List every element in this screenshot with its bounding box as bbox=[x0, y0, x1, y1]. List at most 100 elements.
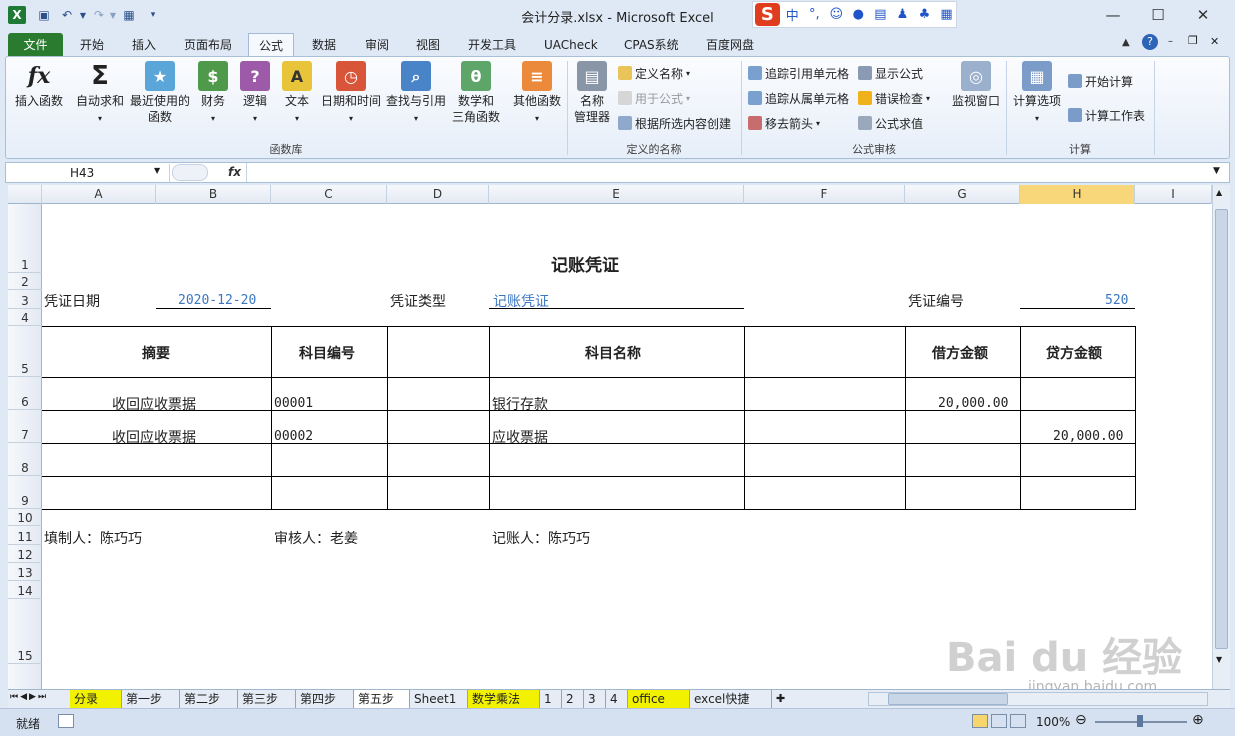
row-header[interactable]: 14 bbox=[8, 581, 42, 599]
tab-review[interactable]: 审阅 bbox=[355, 33, 399, 56]
close-button[interactable]: ✕ bbox=[1188, 4, 1218, 26]
logical-button[interactable]: ? 逻辑 ▾ bbox=[238, 61, 272, 127]
scroll-thumb[interactable] bbox=[1215, 209, 1228, 649]
restore-window-icon[interactable]: – bbox=[1168, 36, 1173, 47]
col-header-b[interactable]: B bbox=[156, 185, 271, 204]
sheet-tab[interactable]: Sheet1 bbox=[410, 690, 468, 708]
name-manager-button[interactable]: ▤ 名称 管理器 bbox=[572, 61, 612, 125]
row-header[interactable]: 7 bbox=[8, 410, 42, 443]
sheet-tab[interactable]: 4 bbox=[606, 690, 628, 708]
row-header[interactable]: 4 bbox=[8, 309, 42, 326]
row-header[interactable]: 3 bbox=[8, 290, 42, 309]
define-name-button[interactable]: 定义名称 ▾ bbox=[618, 63, 690, 83]
error-checking-button[interactable]: 错误检查 ▾ bbox=[858, 88, 930, 108]
remove-arrows-button[interactable]: 移去箭头 ▾ bbox=[748, 113, 820, 133]
skin-icon[interactable]: ♣ bbox=[915, 7, 934, 22]
sheet-tab[interactable]: 分录 bbox=[70, 690, 122, 708]
page-layout-view-icon[interactable] bbox=[991, 714, 1007, 728]
collapse-ribbon-icon[interactable]: ▲ bbox=[1122, 37, 1130, 48]
tab-data[interactable]: 数据 bbox=[302, 33, 346, 56]
normal-view-icon[interactable] bbox=[972, 714, 988, 728]
expand-formula-bar-icon[interactable]: ▼ bbox=[1213, 166, 1220, 176]
row-header[interactable]: 10 bbox=[8, 509, 42, 526]
use-in-formula-button[interactable]: 用于公式 ▾ bbox=[618, 88, 690, 108]
sheet-tab[interactable]: 第四步 bbox=[296, 690, 354, 708]
tab-page-layout[interactable]: 页面布局 bbox=[174, 33, 242, 56]
sheet-tab[interactable]: office bbox=[628, 690, 690, 708]
insert-function-button[interactable]: fx 插入函数 bbox=[9, 61, 69, 110]
select-all-corner[interactable] bbox=[8, 185, 42, 204]
row-header[interactable]: 1 bbox=[8, 204, 42, 273]
sheet-tab[interactable]: 第一步 bbox=[122, 690, 180, 708]
row-header[interactable]: 13 bbox=[8, 563, 42, 581]
col-header-f[interactable]: F bbox=[744, 185, 905, 204]
sheet-nav-icons[interactable]: ⏮◀▶⏭ bbox=[10, 692, 48, 702]
ime-lang[interactable]: 中 bbox=[783, 5, 802, 24]
page-break-view-icon[interactable] bbox=[1010, 714, 1026, 728]
worksheet-grid[interactable]: A B C D E F G H I 1 2 3 4 5 6 7 8 9 10 1… bbox=[8, 185, 1212, 690]
more-functions-button[interactable]: ≡ 其他函数 ▾ bbox=[508, 61, 566, 127]
minimize-button[interactable]: — bbox=[1098, 4, 1128, 26]
tab-cpas[interactable]: CPAS系统 bbox=[614, 33, 689, 56]
trace-precedents-button[interactable]: 追踪引用单元格 bbox=[748, 63, 849, 83]
formula-bar-toggle[interactable] bbox=[172, 164, 208, 181]
tab-insert[interactable]: 插入 bbox=[122, 33, 166, 56]
tab-file[interactable]: 文件 bbox=[8, 33, 63, 56]
calc-options-button[interactable]: ▦ 计算选项 ▾ bbox=[1009, 61, 1065, 127]
close-workbook-icon[interactable]: ✕ bbox=[1210, 35, 1219, 48]
math-button[interactable]: θ 数学和 三角函数 bbox=[448, 61, 504, 125]
scroll-down-icon[interactable]: ▼ bbox=[1216, 655, 1222, 664]
create-from-selection-button[interactable]: 根据所选内容创建 bbox=[618, 113, 731, 133]
lookup-button[interactable]: ⌕ 查找与引用 ▾ bbox=[384, 61, 448, 127]
sheet-tab[interactable]: 2 bbox=[562, 690, 584, 708]
col-header-c[interactable]: C bbox=[271, 185, 387, 204]
tab-home[interactable]: 开始 bbox=[70, 33, 114, 56]
sheet-tab[interactable]: 数学乘法 bbox=[468, 690, 540, 708]
help-icon[interactable]: ? bbox=[1142, 34, 1158, 50]
ime-toolbar[interactable]: S 中 °, ☺ ● ▤ ♟ ♣ ▦ bbox=[752, 1, 957, 28]
recent-functions-button[interactable]: ★ 最近使用的 函数 bbox=[128, 61, 192, 125]
formula-input[interactable] bbox=[246, 163, 1206, 182]
vertical-scrollbar[interactable]: ▲ ▼ bbox=[1212, 185, 1230, 690]
insert-function-fx-icon[interactable]: fx bbox=[228, 165, 241, 179]
zoom-out-icon[interactable]: ⊖ bbox=[1075, 712, 1087, 728]
watch-window-button[interactable]: ◎ 监视窗口 bbox=[946, 61, 1006, 110]
row-header[interactable]: 9 bbox=[8, 476, 42, 509]
tab-uacheck[interactable]: UACheck bbox=[534, 33, 608, 56]
zoom-slider-thumb[interactable] bbox=[1137, 715, 1143, 727]
sheet-tab-active[interactable]: 第五步 bbox=[354, 690, 410, 708]
row-header[interactable]: 11 bbox=[8, 526, 42, 545]
calc-sheet-button[interactable]: 计算工作表 bbox=[1068, 105, 1145, 125]
col-header-h[interactable]: H bbox=[1020, 185, 1135, 204]
tab-formulas[interactable]: 公式 bbox=[248, 33, 295, 56]
show-formulas-button[interactable]: 显示公式 bbox=[858, 63, 923, 83]
grid-menu-icon[interactable]: ▦ bbox=[937, 7, 956, 22]
row-header[interactable]: 16 bbox=[8, 664, 42, 690]
datetime-button[interactable]: ◷ 日期和时间 ▾ bbox=[318, 61, 384, 127]
name-box-dropdown-icon[interactable]: ▼ bbox=[154, 166, 160, 175]
row-header[interactable]: 8 bbox=[8, 443, 42, 476]
scroll-up-icon[interactable]: ▲ bbox=[1216, 188, 1222, 197]
col-header-d[interactable]: D bbox=[387, 185, 489, 204]
row-header[interactable]: 5 bbox=[8, 326, 42, 377]
tab-baidu-disk[interactable]: 百度网盘 bbox=[696, 33, 764, 56]
row-header[interactable]: 6 bbox=[8, 377, 42, 410]
maximize-button[interactable]: ☐ bbox=[1143, 4, 1173, 26]
sheet-tab[interactable]: 第二步 bbox=[180, 690, 238, 708]
trace-dependents-button[interactable]: 追踪从属单元格 bbox=[748, 88, 849, 108]
col-header-i[interactable]: I bbox=[1135, 185, 1212, 204]
zoom-in-icon[interactable]: ⊕ bbox=[1192, 712, 1204, 728]
name-box[interactable]: H43 bbox=[10, 164, 170, 182]
row-header[interactable]: 2 bbox=[8, 273, 42, 290]
calc-now-button[interactable]: 开始计算 bbox=[1068, 71, 1133, 91]
financial-button[interactable]: $ 财务 ▾ bbox=[196, 61, 230, 127]
mic-icon[interactable]: ● bbox=[849, 7, 868, 22]
ime-punct[interactable]: °, bbox=[805, 7, 824, 22]
macro-record-icon[interactable] bbox=[58, 714, 74, 728]
sheet-tab[interactable]: excel快捷 bbox=[690, 690, 772, 708]
insert-sheet-icon[interactable]: ✚ bbox=[776, 692, 785, 705]
col-header-e[interactable]: E bbox=[489, 185, 744, 204]
keyboard-icon[interactable]: ▤ bbox=[871, 7, 890, 22]
sheet-tab[interactable]: 3 bbox=[584, 690, 606, 708]
col-header-g[interactable]: G bbox=[905, 185, 1020, 204]
